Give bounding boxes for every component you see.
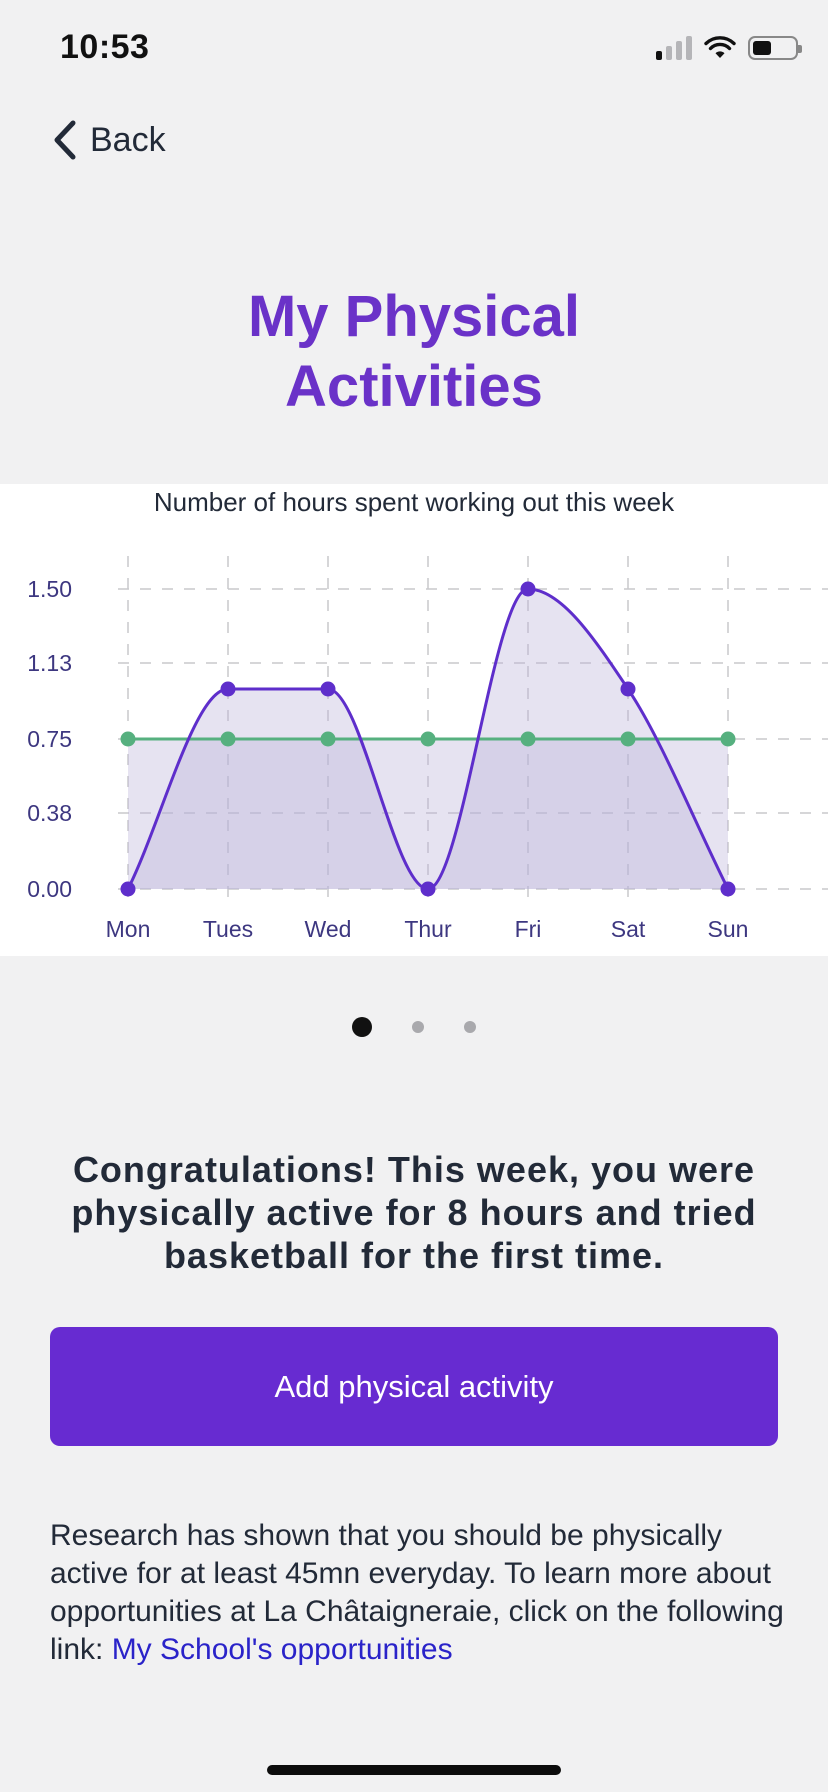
- status-icons: [656, 36, 802, 60]
- x-tick-label: Fri: [515, 916, 542, 942]
- back-label: Back: [90, 120, 166, 159]
- pager-dot[interactable]: [464, 1021, 476, 1033]
- series-1-point: [420, 881, 436, 897]
- y-tick-label: 0.00: [27, 876, 72, 902]
- series-2-point: [220, 731, 236, 747]
- congratulations-message: Congratulations! This week, you were phy…: [71, 1149, 757, 1276]
- battery-icon: [748, 36, 802, 60]
- cellular-signal-icon: [656, 36, 692, 60]
- x-tick-label: Thur: [404, 916, 452, 942]
- series-2-point: [120, 731, 136, 747]
- series-1-point: [320, 681, 336, 697]
- back-button[interactable]: Back: [52, 116, 166, 164]
- page-title: My Physical Activities: [0, 282, 828, 422]
- wifi-icon: [704, 36, 736, 58]
- chevron-left-icon: [54, 120, 76, 160]
- pager-dot[interactable]: [352, 1017, 372, 1037]
- chart-panel[interactable]: 0.00 0.38 0.75 1.13 1.50 Mon Tues Wed Thur Fri Sat…: [0, 484, 828, 956]
- series-1-point: [220, 681, 236, 697]
- x-tick-label: Sun: [708, 916, 749, 942]
- series-2-point: [720, 731, 736, 747]
- chart-title: Number of hours spent working out this w…: [153, 487, 675, 517]
- info-paragraph: Research has shown that you should be ph…: [50, 1517, 790, 1669]
- carousel-pager[interactable]: [0, 1017, 828, 1037]
- x-tick-label: Tues: [203, 916, 253, 942]
- school-opportunities-link[interactable]: My School's opportunities: [112, 1633, 453, 1666]
- add-physical-activity-button[interactable]: Add physical activity: [50, 1327, 778, 1446]
- y-tick-label: 0.75: [27, 726, 72, 752]
- status-time: 10:53: [60, 28, 150, 66]
- page-title-line-2: Activities: [285, 354, 543, 419]
- y-tick-label: 1.50: [27, 576, 72, 602]
- status-bar: 10:53: [0, 0, 828, 100]
- series-1-point: [120, 881, 136, 897]
- y-tick-label: 0.38: [27, 800, 72, 826]
- y-tick-label: 1.13: [27, 650, 72, 676]
- series-1-point: [520, 581, 536, 597]
- series-1-point: [620, 681, 636, 697]
- x-tick-label: Sat: [611, 916, 646, 942]
- series-2-point: [320, 731, 336, 747]
- x-tick-label: Mon: [106, 916, 151, 942]
- hours-line-chart[interactable]: 0.00 0.38 0.75 1.13 1.50 Mon Tues Wed Thur Fri Sat…: [0, 484, 828, 956]
- pager-dot[interactable]: [412, 1021, 424, 1033]
- x-tick-label: Wed: [305, 916, 352, 942]
- screen: 10:53 Back My Physical Activities 0.00 0…: [0, 0, 828, 1792]
- home-indicator[interactable]: [267, 1765, 561, 1775]
- series-2-point: [420, 731, 436, 747]
- series-1-point: [720, 881, 736, 897]
- series-2-area: [128, 739, 728, 889]
- series-2-point: [620, 731, 636, 747]
- series-2-point: [520, 731, 536, 747]
- page-title-line-1: My Physical: [247, 284, 581, 349]
